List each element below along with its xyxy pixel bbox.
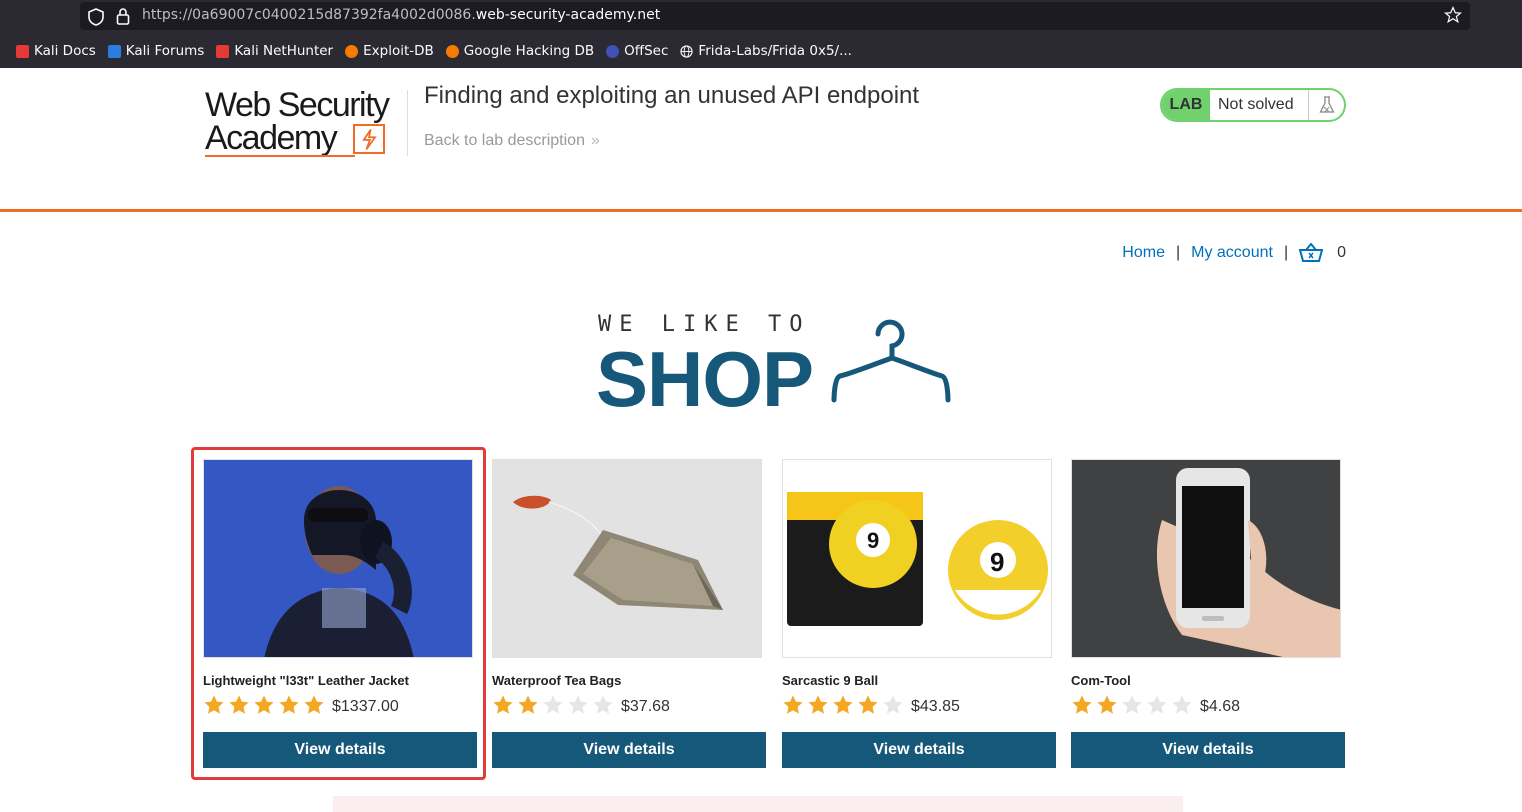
selection-highlight-box — [191, 447, 486, 780]
lightning-icon — [353, 124, 385, 154]
star-empty-icon — [1122, 695, 1142, 714]
flask-icon — [1308, 90, 1344, 120]
shield-icon[interactable] — [88, 8, 104, 26]
logo-line-2: Academy — [205, 119, 338, 157]
phone-hand-image — [1072, 460, 1340, 657]
bottom-banner-edge — [333, 796, 1183, 812]
bookmark-kali-docs[interactable]: Kali Docs — [16, 43, 96, 59]
hero-title: SHOP — [596, 335, 814, 423]
bookmark-label: Exploit-DB — [363, 43, 434, 59]
lock-icon[interactable] — [116, 7, 130, 25]
bookmark-label: Kali NetHunter — [234, 43, 334, 59]
nav-home-link[interactable]: Home — [1122, 244, 1165, 262]
star-empty-icon — [543, 695, 563, 714]
kali-forums-icon — [107, 44, 121, 58]
address-bar[interactable]: https://0a69007c0400215d87392fa4002d0086… — [80, 2, 1470, 30]
product-card: Waterproof Tea Bags $37.68 View details — [492, 459, 766, 768]
view-details-button[interactable]: View details — [782, 732, 1056, 768]
star-filled-icon — [493, 695, 513, 714]
svg-text:9: 9 — [867, 528, 879, 553]
bookmark-offsec[interactable]: OffSec — [606, 43, 668, 59]
header-divider — [407, 90, 408, 156]
lab-title: Finding and exploiting an unused API end… — [424, 82, 920, 109]
offsec-icon — [606, 44, 620, 58]
star-empty-icon — [883, 695, 903, 714]
url-text[interactable]: https://0a69007c0400215d87392fa4002d0086… — [142, 7, 660, 23]
product-name: Waterproof Tea Bags — [492, 673, 622, 688]
academy-logo[interactable]: Web Security Academy — [205, 88, 405, 160]
cart-link[interactable]: 0 — [1299, 243, 1346, 263]
star-filled-icon — [783, 695, 803, 714]
star-filled-icon — [1097, 695, 1117, 714]
bookmark-google-hacking-db[interactable]: Google Hacking DB — [445, 43, 595, 59]
url-prefix: https://0a69007c0400215d87392fa4002d0086… — [142, 7, 476, 23]
star-filled-icon — [1072, 695, 1092, 714]
bookmark-label: Google Hacking DB — [463, 43, 595, 59]
svg-text:9: 9 — [990, 547, 1004, 577]
product-card: 9 9 Sarcastic 9 Ball $43.85 View details — [782, 459, 1056, 768]
product-image[interactable] — [492, 459, 762, 658]
bookmark-kali-forums[interactable]: Kali Forums — [107, 43, 205, 59]
product-price: $4.68 — [1200, 697, 1241, 715]
bookmarks-bar: Kali Docs Kali Forums Kali NetHunter Exp… — [0, 38, 864, 64]
bookmark-label: Kali Docs — [34, 43, 96, 59]
bookmark-star-icon[interactable] — [1444, 6, 1462, 24]
product-name: Sarcastic 9 Ball — [782, 673, 879, 688]
nav-separator: | — [1283, 244, 1289, 261]
back-to-lab-description-link[interactable]: Back to lab description » — [424, 132, 600, 150]
product-card: Com-Tool $4.68 View details — [1071, 459, 1345, 768]
globe-icon — [680, 44, 694, 58]
product-name: Com-Tool — [1071, 673, 1131, 688]
double-chevron-right-icon: » — [590, 132, 600, 149]
star-filled-icon — [858, 695, 878, 714]
view-details-button[interactable]: View details — [1071, 732, 1345, 768]
kali-nethunter-icon — [216, 44, 230, 58]
logo-line-1: Web Security — [205, 86, 390, 124]
top-nav: Home | My account | 0 — [1122, 243, 1346, 263]
product-price: $43.85 — [911, 697, 960, 715]
back-link-label: Back to lab description — [424, 132, 585, 149]
logo-underline — [205, 155, 355, 157]
browser-chrome: https://0a69007c0400215d87392fa4002d0086… — [0, 0, 1522, 68]
ghdb-icon — [445, 44, 459, 58]
view-details-button[interactable]: View details — [492, 732, 766, 768]
exploit-db-icon — [345, 44, 359, 58]
product-image[interactable]: 9 9 — [782, 459, 1052, 658]
star-filled-icon — [518, 695, 538, 714]
tea-bag-image — [493, 460, 761, 657]
bookmark-label: OffSec — [624, 43, 669, 59]
cart-basket-icon — [1299, 243, 1324, 262]
star-empty-icon — [593, 695, 613, 714]
nav-separator: | — [1175, 244, 1181, 261]
cart-count: 0 — [1337, 244, 1346, 261]
lab-tag: LAB — [1162, 90, 1210, 120]
bookmark-label: Frida-Labs/Frida 0x5/... — [698, 43, 852, 59]
nav-my-account-link[interactable]: My account — [1191, 244, 1273, 262]
lab-status-badge: LAB Not solved — [1160, 88, 1346, 122]
product-rating: $37.68 — [492, 694, 670, 716]
star-filled-icon — [833, 695, 853, 714]
bookmark-exploit-db[interactable]: Exploit-DB — [345, 43, 434, 59]
bookmark-frida-labs[interactable]: Frida-Labs/Frida 0x5/... — [680, 43, 852, 59]
bookmark-kali-nethunter[interactable]: Kali NetHunter — [216, 43, 333, 59]
url-host: web-security-academy.net — [475, 7, 661, 23]
star-empty-icon — [568, 695, 588, 714]
product-rating: $4.68 — [1071, 694, 1240, 716]
hanger-icon — [831, 319, 951, 403]
kali-docs-icon — [16, 44, 29, 58]
product-rating: $43.85 — [782, 694, 960, 716]
product-price: $37.68 — [621, 697, 670, 715]
lab-header: Web Security Academy Finding and exploit… — [0, 68, 1522, 212]
nine-ball-image: 9 9 — [783, 460, 1051, 657]
star-filled-icon — [808, 695, 828, 714]
product-image[interactable] — [1071, 459, 1341, 658]
star-empty-icon — [1147, 695, 1167, 714]
bookmark-label: Kali Forums — [125, 43, 205, 59]
star-empty-icon — [1172, 695, 1192, 714]
lab-status-text: Not solved — [1218, 96, 1294, 113]
